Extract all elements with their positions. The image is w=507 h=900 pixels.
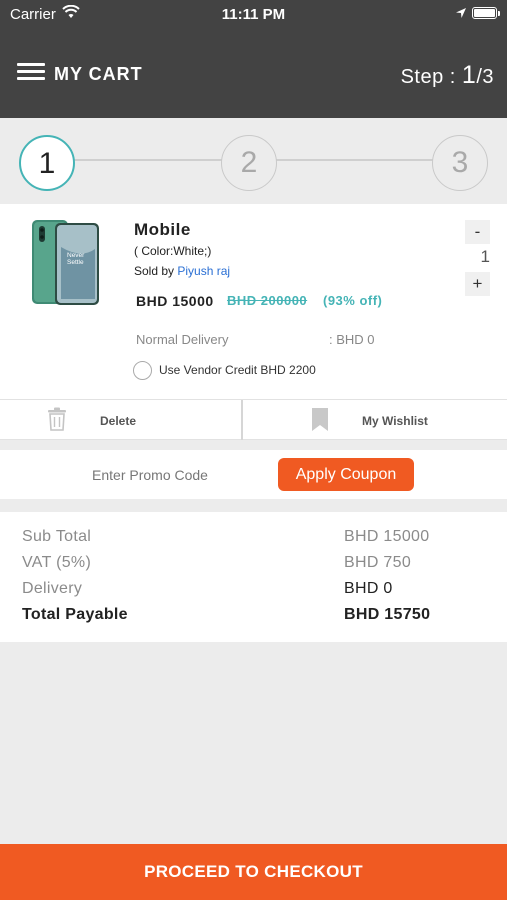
step-current: 1 [461, 61, 477, 89]
trash-icon [47, 407, 67, 436]
vendor-credit-radio[interactable] [133, 361, 152, 380]
wishlist-button[interactable]: My Wishlist [243, 400, 507, 440]
subtotal-value: BHD 15000 [344, 528, 430, 545]
total-payable-label: Total Payable [22, 606, 128, 623]
vat-value: BHD 750 [344, 554, 412, 571]
cart-item-card: Never Settle Mobile ( Color:White;) Sold… [0, 204, 507, 399]
step-1-circle: 1 [19, 135, 75, 191]
product-color: ( Color:White;) [134, 244, 212, 258]
bookmark-icon [311, 408, 329, 437]
quantity-value: 1 [480, 247, 490, 266]
sold-by-line: Sold by Piyush raj [134, 264, 230, 278]
delivery-type-label: Normal Delivery [136, 332, 229, 347]
promo-section: Apply Coupon [0, 450, 507, 499]
step-prefix: Step : [400, 66, 462, 88]
svg-text:Never: Never [67, 252, 85, 259]
promo-code-input[interactable] [40, 460, 260, 490]
location-icon [455, 6, 467, 23]
battery-icon [472, 7, 500, 19]
product-price: BHD 15000 [136, 293, 214, 309]
price-summary: Sub Total BHD 15000 VAT (5%) BHD 750 Del… [0, 512, 507, 642]
item-actions: Delete My Wishlist [0, 399, 507, 440]
subtotal-label: Sub Total [22, 528, 92, 545]
total-payable-value: BHD 15750 [344, 606, 431, 623]
step-indicator: Step : 1/3 [401, 61, 494, 90]
vat-label: VAT (5%) [22, 554, 92, 571]
delivery-charge: : BHD 0 [329, 332, 375, 347]
page-title: MY CART [54, 64, 143, 84]
vendor-credit-label[interactable]: Use Vendor Credit BHD 2200 [159, 363, 316, 377]
delete-label: Delete [100, 414, 137, 428]
status-bar: Carrier 11:11 PM [0, 0, 507, 28]
sold-by-label: Sold by [134, 264, 175, 278]
product-name[interactable]: Mobile [134, 220, 191, 240]
product-image[interactable]: Never Settle [31, 219, 100, 307]
delivery-total-value: BHD 0 [344, 580, 393, 597]
apply-coupon-button[interactable]: Apply Coupon [278, 458, 414, 491]
step-2-circle: 2 [221, 135, 277, 191]
delivery-total-label: Delivery [22, 580, 83, 597]
decrease-quantity-button[interactable]: - [465, 220, 490, 244]
discount-percent: (93% off) [323, 293, 383, 308]
proceed-to-checkout-button[interactable]: PROCEED TO CHECKOUT [0, 844, 507, 900]
seller-link[interactable]: Piyush raj [177, 264, 230, 278]
clock: 11:11 PM [221, 6, 286, 23]
wishlist-label: My Wishlist [362, 414, 428, 428]
step-total: /3 [476, 66, 494, 88]
increase-quantity-button[interactable]: + [465, 272, 490, 296]
app-header: Carrier 11:11 PM MY CART Step : 1/3 [0, 0, 507, 118]
original-price: BHD 200000 [227, 293, 308, 308]
hamburger-menu-icon[interactable] [17, 63, 45, 83]
step-3-circle: 3 [432, 135, 488, 191]
checkout-steps: 1 2 3 [0, 118, 507, 204]
svg-text:Settle: Settle [67, 259, 84, 266]
delete-button[interactable]: Delete [0, 400, 242, 440]
